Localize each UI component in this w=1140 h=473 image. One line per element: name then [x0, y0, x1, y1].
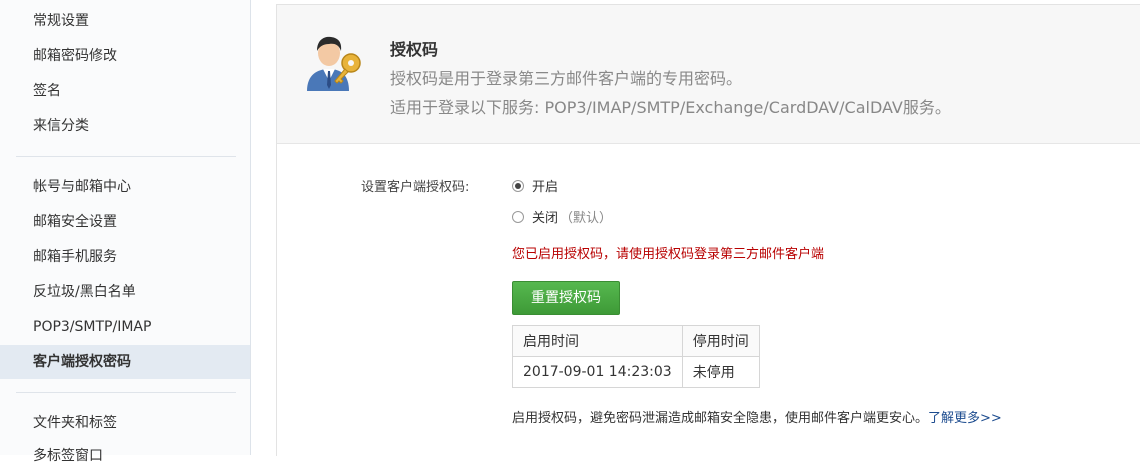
column-header-enabled: 启用时间: [512, 325, 683, 357]
sidebar-item-multi-tab[interactable]: 多标签窗口: [0, 439, 250, 473]
sidebar-divider: [16, 392, 236, 393]
radio-disable-circle[interactable]: [512, 210, 524, 223]
enabled-time-cell: 2017-09-01 14:23:03: [512, 356, 683, 388]
learn-more-link[interactable]: 了解更多>>: [928, 411, 1002, 426]
auth-code-header: 授权码 授权码是用于登录第三方邮件客户端的专用密码。 适用于登录以下服务: PO…: [277, 5, 1140, 144]
auth-code-setting-label: 设置客户端授权码:: [361, 180, 470, 195]
radio-disable[interactable]: 关闭 （默认）: [512, 207, 612, 226]
sidebar-divider: [16, 156, 236, 157]
header-services: 适用于登录以下服务: POP3/IMAP/SMTP/Exchange/CardD…: [390, 98, 951, 117]
sidebar-item-mobile[interactable]: 邮箱手机服务: [0, 240, 250, 274]
page-title: 授权码: [390, 40, 439, 59]
column-header-disabled: 停用时间: [681, 325, 760, 357]
disabled-time-cell: 未停用: [681, 356, 760, 388]
radio-enable-label: 开启: [532, 180, 559, 195]
main-panel: 授权码 授权码是用于登录第三方邮件客户端的专用密码。 适用于登录以下服务: PO…: [276, 4, 1140, 456]
reset-auth-code-button[interactable]: 重置授权码: [512, 281, 620, 315]
radio-enable[interactable]: 开启: [512, 176, 558, 195]
sidebar-item-folders[interactable]: 文件夹和标签: [0, 406, 250, 440]
status-notice: 您已启用授权码，请使用授权码登录第三方邮件客户端: [512, 247, 825, 262]
sidebar-item-security[interactable]: 邮箱安全设置: [0, 205, 250, 239]
sidebar-item-client-auth[interactable]: 客户端授权密码: [0, 345, 250, 379]
footer-note: 启用授权码，避免密码泄漏造成邮箱安全隐患，使用邮件客户端更安心。了解更多>>: [512, 407, 1002, 426]
sidebar-item-pop3[interactable]: POP3/SMTP/IMAP: [0, 310, 250, 344]
sidebar-item-account-center[interactable]: 帐号与邮箱中心: [0, 170, 250, 204]
sidebar-item-signature[interactable]: 签名: [0, 74, 250, 108]
sidebar-item-mail-filter[interactable]: 来信分类: [0, 109, 250, 143]
radio-disable-hint: （默认）: [560, 211, 613, 226]
radio-disable-label: 关闭: [532, 211, 559, 226]
radio-enable-circle[interactable]: [512, 179, 524, 192]
sidebar-item-general[interactable]: 常规设置: [0, 4, 250, 38]
table-header-row: 启用时间 停用时间: [512, 325, 760, 357]
user-key-icon: [307, 36, 361, 91]
sidebar-item-password[interactable]: 邮箱密码修改: [0, 39, 250, 73]
auth-log-table: 启用时间 停用时间 2017-09-01 14:23:03 未停用: [512, 325, 760, 388]
table-row: 2017-09-01 14:23:03 未停用: [512, 356, 760, 388]
header-description: 授权码是用于登录第三方邮件客户端的专用密码。: [390, 69, 743, 88]
settings-sidebar: 常规设置 邮箱密码修改 签名 来信分类 帐号与邮箱中心 邮箱安全设置 邮箱手机服…: [0, 0, 251, 464]
sidebar-item-spam[interactable]: 反垃圾/黑白名单: [0, 275, 250, 309]
footer-text: 启用授权码，避免密码泄漏造成邮箱安全隐患，使用邮件客户端更安心。: [512, 411, 929, 426]
